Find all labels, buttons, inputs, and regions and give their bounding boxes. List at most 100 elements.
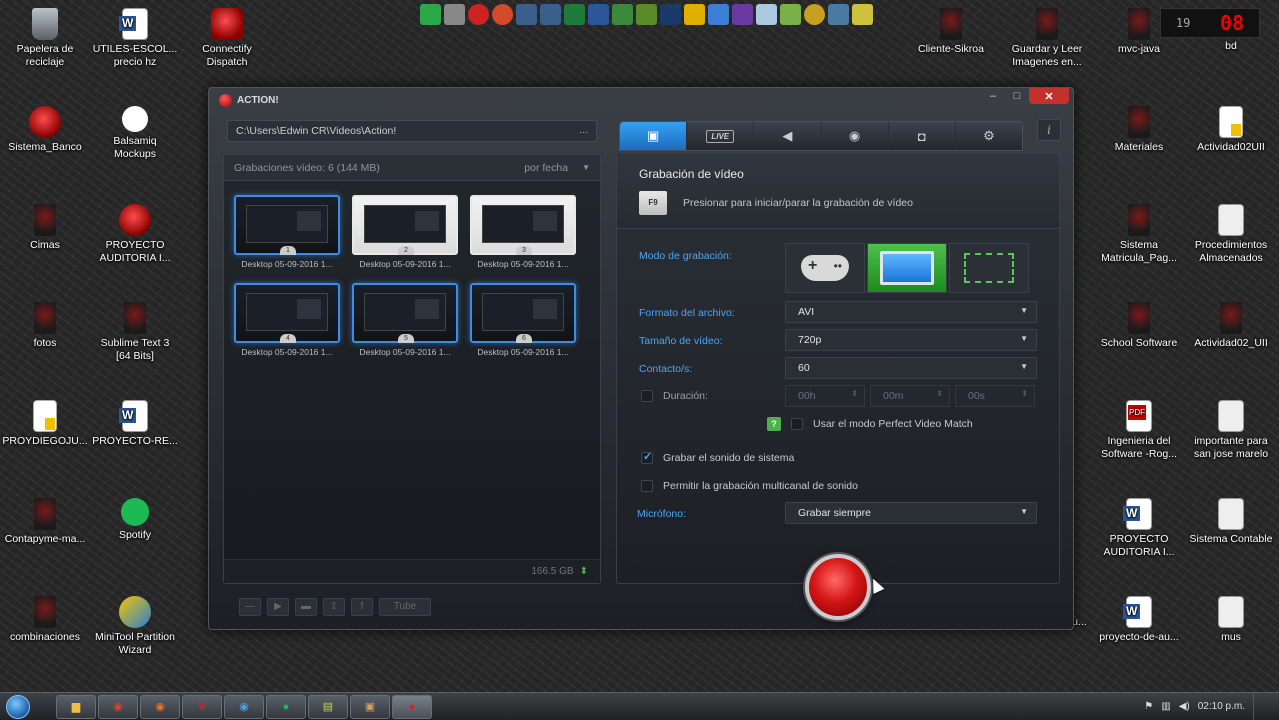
start-button[interactable] (0, 693, 36, 720)
desktop-icon-cimas[interactable]: Cimas (2, 204, 88, 252)
multichannel-checkbox[interactable] (641, 480, 653, 492)
desktop-icon-connectify[interactable]: Connectify Dispatch (184, 8, 270, 69)
quick-launch-icon[interactable] (660, 4, 681, 25)
desktop-icon-sistema-banco[interactable]: Sistema_Banco (2, 106, 88, 154)
desktop-icon-combinaciones[interactable]: combinaciones (2, 596, 88, 644)
quick-launch-icon[interactable] (780, 4, 801, 25)
tab-video-record[interactable]: ▣ (620, 122, 688, 150)
desktop-icon-school-software[interactable]: School Software (1096, 302, 1182, 350)
browse-path-button[interactable]: ... (579, 124, 588, 136)
recording-thumbnail[interactable]: 4 Desktop 05-09-2016 1... (234, 283, 340, 357)
desktop-icon-sublime[interactable]: Sublime Text 3 [64 Bits] (92, 302, 178, 363)
desktop-icon-balsamiq[interactable]: Balsamiq Mockups (92, 106, 178, 161)
quick-launch-icon[interactable] (684, 4, 705, 25)
taskbar-firefox[interactable]: ◉ (140, 694, 180, 719)
quick-launch-icon[interactable] (804, 4, 825, 25)
delete-icon[interactable]: — (239, 598, 261, 616)
desktop-icon-actividad02-uii[interactable]: Actividad02_UII (1188, 302, 1274, 350)
quick-launch-icon[interactable] (636, 4, 657, 25)
duration-minutes[interactable]: 00m ⬍ (870, 385, 950, 407)
tab-live[interactable]: LIVE (687, 122, 755, 150)
desktop-icon-proyecto-auditoria[interactable]: PROYECTO AUDITORIA I... (92, 204, 178, 265)
desktop-icon-bd[interactable]: bd (1188, 40, 1274, 53)
recording-thumbnail[interactable]: 5 Desktop 05-09-2016 1... (352, 283, 458, 357)
mic-select[interactable]: Grabar siempre ▼ (785, 502, 1037, 524)
desktop-icon-fotos[interactable]: fotos (2, 302, 88, 350)
tab-audio[interactable]: ◀ (754, 122, 822, 150)
desktop-icon-materiales[interactable]: Materiales (1096, 106, 1182, 154)
facebook-icon[interactable]: f (351, 598, 373, 616)
desktop-icon-cliente-sikroa[interactable]: Cliente-Sikroa (908, 8, 994, 56)
quick-launch-icon[interactable] (540, 4, 561, 25)
chevron-down-icon[interactable]: ▼ (582, 163, 590, 172)
recording-thumbnail[interactable]: 6 Desktop 05-09-2016 1... (470, 283, 576, 357)
show-desktop-button[interactable] (1253, 692, 1263, 720)
duration-seconds[interactable]: 00s ⬍ (955, 385, 1035, 407)
maximize-button[interactable]: □ (1005, 88, 1029, 104)
desktop-icon-proyecto-de-au-2[interactable]: proyecto-de-au... (1096, 596, 1182, 644)
taskbar-action[interactable]: ● (392, 694, 432, 719)
duration-hours[interactable]: 00h ⬍ (785, 385, 865, 407)
record-button[interactable] (805, 554, 871, 620)
upload-icon[interactable]: ⇪ (323, 598, 345, 616)
tray-network-icon[interactable]: ▥ (1161, 701, 1170, 712)
close-button[interactable]: ✕ (1029, 88, 1069, 104)
help-icon[interactable]: ? (767, 417, 781, 431)
taskbar-notepad[interactable]: ▤ (308, 694, 348, 719)
system-sound-checkbox[interactable] (641, 450, 653, 464)
tray-flag-icon[interactable]: ⚑ (1144, 701, 1153, 712)
desktop-icon-utiles[interactable]: UTILES-ESCOL... precio hz (92, 8, 178, 69)
desktop-icon-proydiego[interactable]: PROYDIEGOJU... (2, 400, 88, 448)
info-button[interactable]: i (1037, 119, 1061, 141)
quick-launch-icon[interactable] (612, 4, 633, 25)
desktop-icon-mus[interactable]: mus (1188, 596, 1274, 644)
quick-launch-icon[interactable] (444, 4, 465, 25)
desktop-icon-sistema-contable[interactable]: Sistema Contable (1188, 498, 1274, 546)
quick-launch-icon[interactable] (564, 4, 585, 25)
mode-game-button[interactable] (785, 243, 865, 293)
recording-thumbnail[interactable]: 2 Desktop 05-09-2016 1... (352, 195, 458, 269)
taskbar-spotify[interactable]: ● (266, 694, 306, 719)
quick-launch-icon[interactable] (708, 4, 729, 25)
quick-launch-icon[interactable] (588, 4, 609, 25)
taskbar-explorer[interactable]: ▆ (56, 694, 96, 719)
mode-desktop-button[interactable] (867, 243, 947, 293)
sort-dropdown[interactable]: por fecha (524, 162, 568, 174)
desktop-icon-procedimientos[interactable]: Procedimientos Almacenados (1188, 204, 1274, 265)
window-titlebar[interactable]: ACTION! – □ ✕ (209, 88, 1073, 112)
perfect-match-checkbox[interactable] (791, 418, 803, 430)
taskbar-network[interactable]: ◉ (224, 694, 264, 719)
desktop-icon-importante[interactable]: importante para san jose marelo (1188, 400, 1274, 461)
youtube-upload-button[interactable]: Tube (379, 598, 431, 616)
desktop-icon-guardar-leer[interactable]: Guardar y Leer Imagenes en... (1004, 8, 1090, 69)
play-icon[interactable]: ▶ (267, 598, 289, 616)
format-select[interactable]: AVI ▼ (785, 301, 1037, 323)
desktop-icon-minitool[interactable]: MiniTool Partition Wizard (92, 596, 178, 657)
tab-settings[interactable]: ⚙ (956, 122, 1022, 150)
taskbar-clock[interactable]: 02:10 p.m. (1198, 701, 1245, 712)
duration-checkbox[interactable] (641, 390, 653, 402)
quick-launch-icon[interactable] (732, 4, 753, 25)
taskbar-vivaldi[interactable]: V (182, 694, 222, 719)
minimize-button[interactable]: – (981, 88, 1005, 104)
output-path-field[interactable]: C:\Users\Edwin CR\Videos\Action! ... (227, 120, 597, 142)
desktop-icon-actividad02uii[interactable]: Actividad02UII (1188, 106, 1274, 154)
desktop-icon-sistema-matricula[interactable]: Sistema Matricula_Pag... (1096, 204, 1182, 265)
quick-launch-icon[interactable] (492, 4, 513, 25)
quick-launch-icon[interactable] (516, 4, 537, 25)
mode-region-button[interactable] (949, 243, 1029, 293)
taskbar-app[interactable]: ▣ (350, 694, 390, 719)
desktop-icon-ingenieria[interactable]: Ingenieria del Software -Rog... (1096, 400, 1182, 461)
quick-launch-icon[interactable] (852, 4, 873, 25)
tab-screenshot[interactable]: ◘ (889, 122, 956, 150)
quick-launch-icon[interactable] (828, 4, 849, 25)
quick-launch-icon[interactable] (468, 4, 489, 25)
size-select[interactable]: 720p ▼ (785, 329, 1037, 351)
hotkey-button[interactable]: F9 (639, 191, 667, 215)
folder-icon[interactable]: ▬ (295, 598, 317, 616)
quick-launch-icon[interactable] (756, 4, 777, 25)
recording-thumbnail[interactable]: 1 Desktop 05-09-2016 1... (234, 195, 340, 269)
quick-launch-icon[interactable] (420, 4, 441, 25)
desktop-icon-proyecto-re[interactable]: PROYECTO-RE... (92, 400, 178, 448)
taskbar-chrome[interactable]: ◉ (98, 694, 138, 719)
